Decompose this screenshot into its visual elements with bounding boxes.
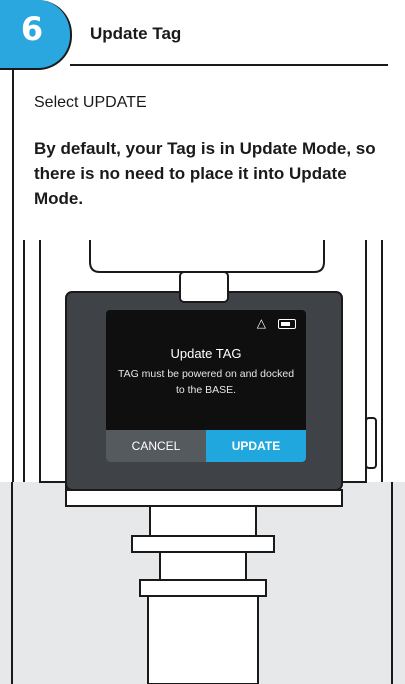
device-screen: △ Update TAG TAG must be powered on and … <box>106 310 306 462</box>
wifi-icon: △ <box>256 316 266 330</box>
screen-title: Update TAG <box>170 346 242 361</box>
step-title: Update Tag <box>90 24 182 43</box>
device-drawing <box>0 240 405 684</box>
step-number: 6 <box>20 10 44 48</box>
note-text: By default, your Tag is in Update Mode, … <box>34 139 376 208</box>
update-button[interactable]: UPDATE <box>206 430 306 462</box>
screen-message: TAG must be powered on and docked to the… <box>117 368 295 396</box>
title-divider <box>70 64 388 66</box>
step-badge: 6 <box>0 0 72 70</box>
status-bar: △ <box>257 316 296 330</box>
instruction-text: Select UPDATE <box>34 94 147 111</box>
device-illustration <box>0 240 405 684</box>
battery-icon <box>278 318 296 329</box>
cancel-button[interactable]: CANCEL <box>106 430 206 462</box>
step-header: 6 Update Tag <box>0 0 405 70</box>
